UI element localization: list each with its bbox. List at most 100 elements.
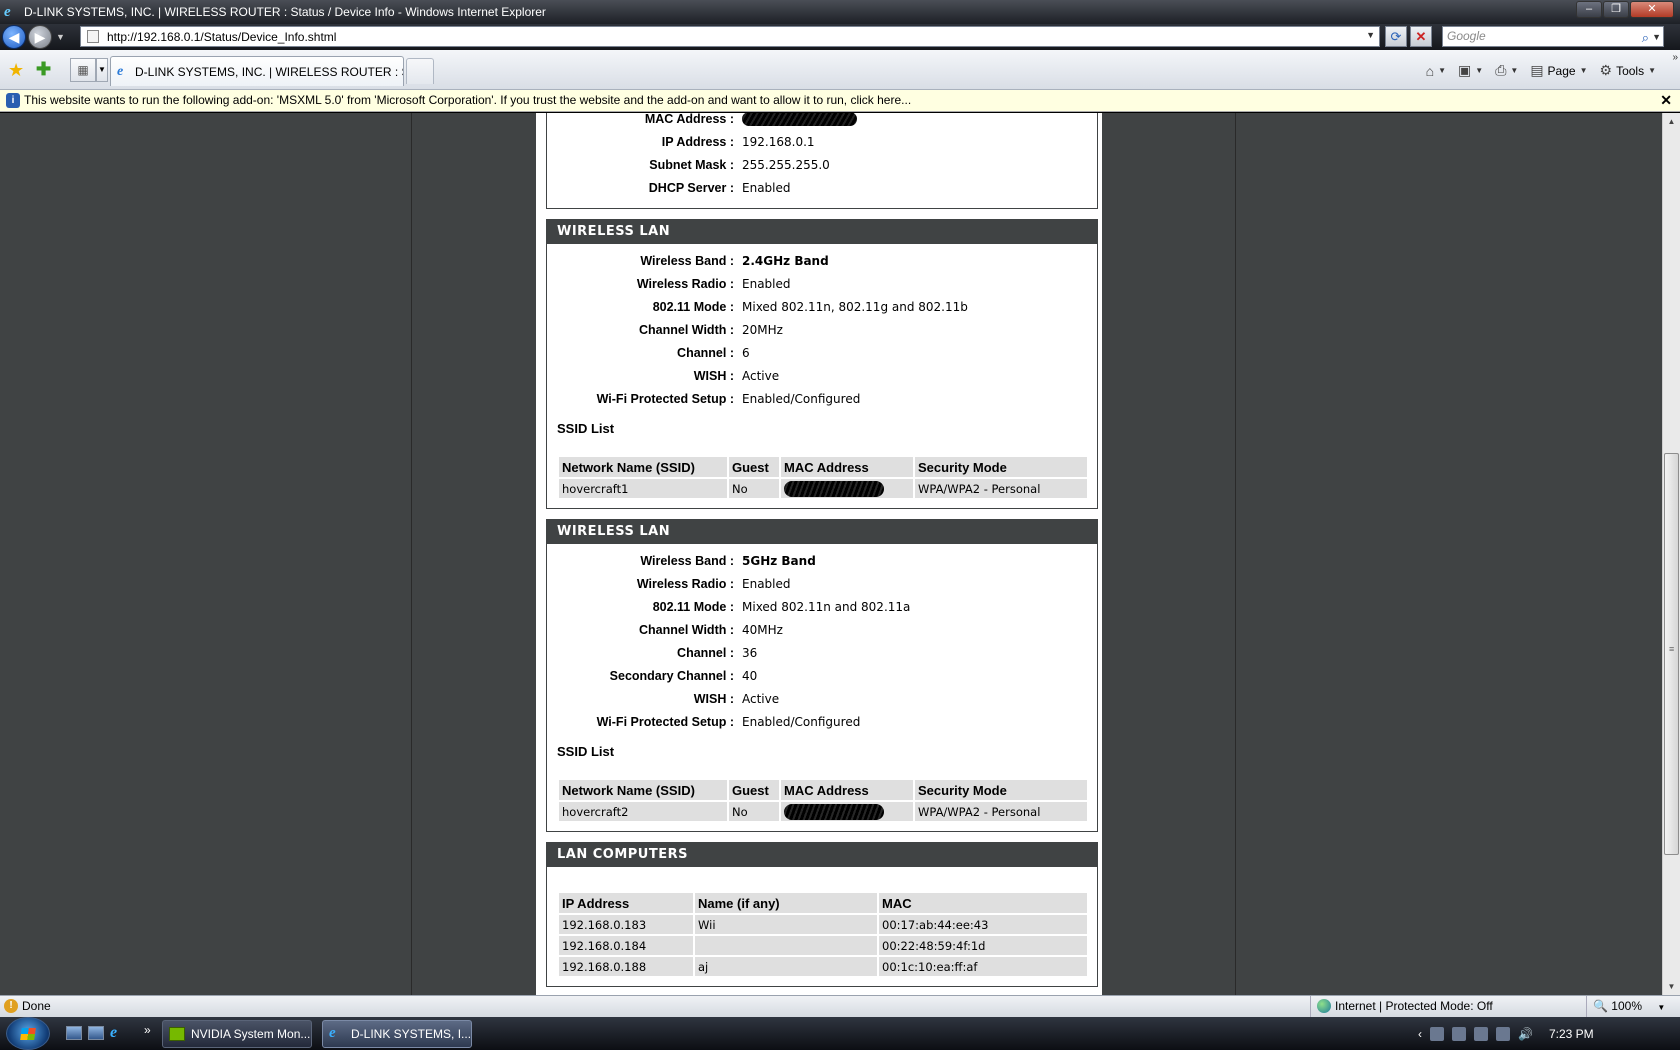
lan-computers-table: IP Address Name (if any) MAC 192.168.0.1… (557, 891, 1089, 978)
kv-value: 36 (742, 646, 758, 660)
ssid-list-title: SSID List (557, 421, 615, 436)
tools-dropdown[interactable]: ▼ (1648, 66, 1656, 75)
information-bar[interactable]: i This website wants to run the followin… (0, 90, 1680, 112)
cell: Wii (695, 915, 877, 934)
table-row: 192.168.0.183 Wii 00:17:ab:44:ee:43 (559, 915, 1087, 934)
lan-mac-label: MAC Address : (644, 113, 734, 126)
feeds-dropdown[interactable]: ▼ (1475, 66, 1483, 75)
section-heading: WIRELESS LAN (547, 220, 1097, 244)
back-button[interactable]: ◀ (2, 25, 26, 49)
maximize-button[interactable]: ❐ (1603, 1, 1629, 18)
page-menu[interactable]: Page (1548, 64, 1576, 78)
kv-value: Active (742, 369, 780, 383)
ie-quicklaunch-icon[interactable]: e (110, 1025, 126, 1041)
lan-ip-value: 192.168.0.1 (742, 135, 815, 149)
search-options-dropdown[interactable]: ▼ (1652, 28, 1661, 47)
toolbar-overflow-chevron[interactable]: » (1672, 52, 1678, 63)
new-tab-button[interactable] (406, 58, 434, 84)
left-gutter (0, 113, 412, 995)
tray-expand-icon[interactable]: ‹ (1418, 1027, 1422, 1041)
tools-menu[interactable]: Tools (1616, 64, 1644, 78)
tray-app-icon[interactable] (1474, 1026, 1488, 1041)
stop-button[interactable]: ✕ (1410, 26, 1432, 47)
warning-icon[interactable]: ! (4, 999, 18, 1013)
print-dropdown[interactable]: ▼ (1510, 66, 1518, 75)
redacted-mac (784, 803, 884, 820)
tab-dlink[interactable]: e D-LINK SYSTEMS, INC. | WIRELESS ROUTER… (110, 56, 404, 86)
taskbar-item-ie[interactable]: e D-LINK SYSTEMS, I... (322, 1020, 472, 1048)
page-dropdown[interactable]: ▼ (1580, 66, 1588, 75)
scroll-thumb[interactable] (1664, 453, 1679, 855)
search-input[interactable]: Google ⌕ ▼ (1442, 26, 1664, 47)
address-dropdown[interactable]: ▼ (1366, 30, 1375, 40)
lan-dhcp-label: DHCP Server : (648, 181, 734, 195)
taskbar-item-nvidia[interactable]: NVIDIA System Mon... (162, 1020, 312, 1048)
cell: 192.168.0.188 (559, 957, 693, 976)
clock[interactable]: 7:23 PM (1549, 1027, 1594, 1041)
kv-row: WISH : Active (547, 365, 1097, 388)
forward-button[interactable]: ▶ (28, 25, 52, 49)
search-icon[interactable]: ⌕ (1642, 28, 1649, 47)
refresh-button[interactable]: ⟳ (1385, 26, 1407, 47)
minimize-button[interactable]: – (1576, 1, 1602, 18)
column-header: Guest (729, 780, 779, 800)
volume-icon[interactable]: 🔊 (1518, 1027, 1533, 1041)
home-icon[interactable]: ⌂ (1426, 63, 1434, 79)
column-header: MAC Address (781, 457, 913, 477)
start-button[interactable] (6, 1017, 50, 1050)
kv-row: Wireless Band : 2.4GHz Band (547, 250, 1097, 273)
section-heading: WIRELESS LAN (547, 520, 1097, 544)
kv-label: Secondary Channel : (609, 669, 734, 683)
feeds-icon[interactable]: ▣ (1458, 62, 1471, 79)
ssid-name: hovercraft2 (559, 802, 727, 821)
kv-row: Secondary Channel : 40 (547, 665, 1097, 688)
tray-app-icon[interactable] (1430, 1026, 1444, 1041)
infobar-close-icon[interactable]: ✕ (1660, 90, 1672, 111)
info-shield-icon: i (6, 93, 20, 108)
network-icon[interactable] (1496, 1026, 1510, 1041)
wireless-lan-24-section: WIRELESS LAN Wireless Band :2.4GHz Band … (546, 219, 1098, 509)
kv-row: Wireless Band : 5GHz Band (547, 550, 1097, 573)
recent-pages-dropdown[interactable]: ▼ (56, 32, 65, 42)
close-window-button[interactable]: ✕ (1630, 1, 1674, 18)
scroll-down-button[interactable]: ▼ (1663, 978, 1680, 995)
kv-value: Enabled (742, 277, 791, 291)
kv-label: 802.11 Mode : (652, 300, 734, 314)
ie-page-icon: e (117, 64, 124, 79)
scroll-up-button[interactable]: ▲ (1663, 113, 1680, 130)
switch-windows-icon[interactable] (88, 1026, 104, 1040)
kv-label: Wi-Fi Protected Setup : (596, 715, 734, 729)
kv-value: 40MHz (742, 623, 783, 637)
vertical-scrollbar[interactable]: ▲ ▼ (1662, 113, 1680, 995)
quick-tabs-button[interactable]: ▦ (70, 58, 96, 82)
kv-row: Channel : 6 (547, 342, 1097, 365)
security-zone[interactable]: Internet | Protected Mode: Off (1310, 996, 1580, 1017)
kv-label: 802.11 Mode : (652, 600, 734, 614)
column-header: Security Mode (915, 780, 1087, 800)
kv-label: Wireless Band : (640, 554, 734, 568)
column-header: Security Mode (915, 457, 1087, 477)
nvidia-icon (169, 1027, 185, 1041)
add-favorites-icon[interactable]: ✚ (36, 59, 51, 80)
favorites-star-icon[interactable]: ★ (8, 60, 24, 81)
lan-subnet-row: Subnet Mask : 255.255.255.0 (547, 154, 1097, 177)
kv-label: Channel Width : (638, 623, 734, 637)
kv-label: WISH : (693, 369, 734, 383)
lan-ip-label: IP Address : (661, 135, 734, 149)
show-desktop-icon[interactable] (66, 1026, 82, 1040)
kv-label: Channel : (677, 646, 734, 660)
tab-list-dropdown[interactable]: ▼ (96, 58, 108, 82)
kv-row: WISH : Active (547, 688, 1097, 711)
zoom-control[interactable]: 🔍 100% ▼ (1586, 996, 1680, 1017)
print-icon[interactable]: ⎙ (1495, 62, 1506, 79)
lan-dhcp-row: DHCP Server : Enabled (547, 177, 1097, 200)
home-dropdown[interactable]: ▼ (1438, 66, 1446, 75)
address-bar[interactable]: http://192.168.0.1/Status/Device_Info.sh… (80, 26, 1380, 47)
infobar-message[interactable]: This website wants to run the following … (24, 93, 911, 107)
kv-row: 802.11 Mode : Mixed 802.11n, 802.11g and … (547, 296, 1097, 319)
table-header-row: Network Name (SSID) Guest MAC Address Se… (559, 780, 1087, 800)
quicklaunch-overflow-chevron[interactable]: » (144, 1023, 151, 1037)
zoom-dropdown[interactable]: ▼ (1657, 1003, 1665, 1012)
tray-app-icon[interactable] (1452, 1026, 1466, 1041)
kv-row: Channel Width : 20MHz (547, 319, 1097, 342)
